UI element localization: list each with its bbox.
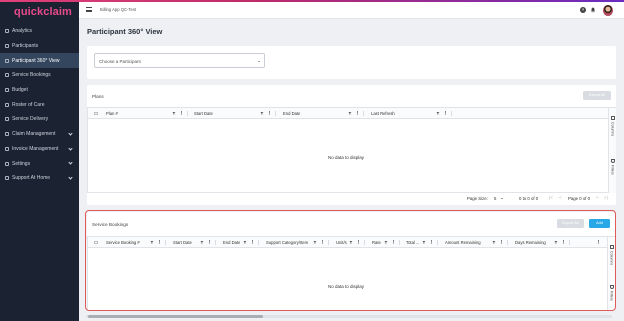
sidebar-item-service-bookings[interactable]: Service Bookings	[0, 68, 79, 83]
plans-title: Plans	[92, 94, 104, 99]
column-divider[interactable]	[451, 111, 452, 116]
column-divider[interactable]	[187, 111, 188, 116]
sidebar-item-support-at-home[interactable]: Support At Home	[0, 171, 79, 186]
sidebar-item-participants[interactable]: Participants	[0, 39, 79, 54]
column-start-date[interactable]: Start Date	[194, 108, 256, 119]
filter-icon[interactable]	[348, 111, 352, 115]
filters-tab[interactable]: Filters	[611, 165, 615, 175]
app-logo[interactable]: quickclaim	[14, 6, 72, 18]
sidebar-item-label: Participants	[12, 43, 39, 50]
column-end-date[interactable]: End Date	[283, 108, 345, 119]
page-size-select[interactable]: 5	[494, 196, 503, 201]
caret-down-icon	[258, 60, 260, 62]
budget-icon	[5, 88, 9, 93]
participant-select[interactable]: Choose a Participant	[94, 53, 265, 68]
sidebar-item-label: Service Bookings	[12, 72, 51, 79]
sidebar-item-budget[interactable]: Budget	[0, 83, 79, 98]
service-bookings-icon	[5, 73, 9, 78]
column-menu-icon[interactable]	[181, 111, 182, 113]
caret-down-icon	[500, 198, 503, 200]
sidebar-item-label: Claim Management	[12, 131, 56, 138]
plans-empty-message: No data to display	[328, 155, 365, 160]
pagination-range: 0 to 0 of 0	[519, 196, 539, 201]
participants-icon	[5, 44, 9, 49]
page-title: Participant 360° View	[87, 27, 163, 36]
chevron-down-icon	[68, 175, 73, 180]
sidebar-item-participant-360[interactable]: Participant 360° View	[0, 53, 79, 69]
select-all-checkbox[interactable]	[94, 111, 98, 115]
first-page-icon[interactable]: |<	[549, 195, 553, 200]
sidebar: quickclaim Analytics Participants Partic…	[0, 2, 79, 321]
prev-page-icon[interactable]: <	[559, 195, 562, 200]
sidebar-item-label: Settings	[12, 160, 31, 167]
claim-icon	[5, 132, 9, 137]
chevron-down-icon	[68, 131, 73, 136]
plans-side-panel: Columns Filters	[608, 108, 616, 193]
home-icon	[5, 176, 9, 181]
filter-icon[interactable]	[260, 111, 264, 115]
column-menu-icon[interactable]	[269, 111, 270, 113]
last-page-icon[interactable]: >|	[604, 195, 608, 200]
column-menu-icon[interactable]	[357, 111, 358, 113]
columns-tab[interactable]: Columns	[611, 122, 615, 136]
column-last-refresh[interactable]: Last Refresh	[371, 108, 433, 119]
column-plan-number[interactable]: Plan #	[106, 108, 176, 119]
sidebar-item-label: Support At Home	[12, 175, 51, 182]
gear-icon	[5, 161, 9, 166]
help-icon[interactable]: ?	[580, 7, 586, 13]
bell-icon[interactable]	[590, 7, 596, 13]
roster-icon	[5, 102, 9, 107]
filter-icon[interactable]	[436, 111, 440, 115]
highlight-outline	[85, 210, 616, 311]
sidebar-item-service-delivery[interactable]: Service Delivery	[0, 112, 79, 127]
next-page-icon[interactable]: >	[596, 195, 599, 200]
top-bar: Billing App QC-Test ?	[79, 2, 624, 19]
avatar[interactable]	[603, 5, 613, 16]
plans-grid-header: Plan # Start Date End Date Last Refresh	[88, 108, 608, 119]
view-360-icon	[5, 58, 9, 63]
column-divider[interactable]	[363, 111, 364, 116]
participant-selector-card: Choose a Participant	[87, 46, 616, 79]
horizontal-scrollbar-thumb[interactable]	[88, 315, 263, 318]
sidebar-item-analytics[interactable]: Analytics	[0, 24, 79, 39]
sidebar-item-label: Participant 360° View	[12, 57, 60, 64]
sidebar-item-label: Service Delivery	[12, 116, 49, 123]
page-size-label: Page Size:	[467, 196, 488, 201]
column-menu-icon[interactable]	[445, 111, 446, 113]
sidebar-item-settings[interactable]: Settings	[0, 156, 79, 171]
breadcrumb: Billing App QC-Test	[100, 7, 137, 12]
columns-icon	[611, 116, 615, 120]
invoice-icon	[5, 146, 9, 151]
column-divider[interactable]	[275, 111, 276, 116]
participant-select-placeholder: Choose a Participant	[99, 59, 141, 64]
analytics-icon	[5, 29, 9, 34]
sidebar-item-claim-management[interactable]: Claim Management	[0, 127, 79, 142]
page-size-value: 5	[494, 196, 497, 201]
sidebar-nav: Analytics Participants Participant 360° …	[0, 24, 79, 186]
sidebar-item-label: Roster of Care	[12, 101, 45, 108]
chevron-down-icon	[68, 160, 73, 165]
plans-card: Plans Export All Plan # Start Date End D…	[87, 85, 616, 205]
sidebar-item-roster[interactable]: Roster of Care	[0, 97, 79, 112]
sidebar-item-invoice-management[interactable]: Invoice Management	[0, 142, 79, 157]
sidebar-item-label: Budget	[12, 87, 28, 94]
menu-icon[interactable]	[86, 7, 92, 12]
chevron-down-icon	[68, 145, 73, 151]
service-delivery-icon	[5, 117, 9, 122]
sidebar-item-label: Invoice Management	[12, 145, 59, 152]
sidebar-item-label: Analytics	[12, 28, 33, 35]
plans-grid: Plan # Start Date End Date Last Refresh	[87, 107, 616, 193]
filter-icon	[611, 159, 615, 163]
pagination-page: Page 0 of 0	[568, 196, 590, 201]
plans-export-button[interactable]: Export All	[583, 91, 611, 100]
